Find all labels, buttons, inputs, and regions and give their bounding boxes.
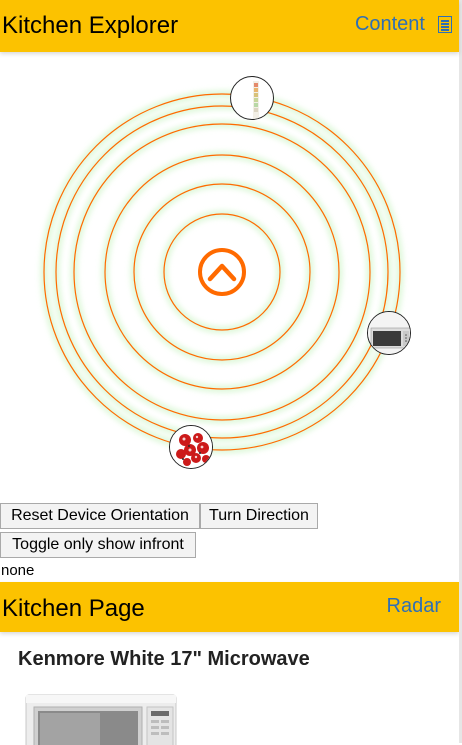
turn-direction-button[interactable]: Turn Direction [200,503,318,529]
radar-ring [163,213,281,331]
reset-orientation-button[interactable]: Reset Device Orientation [0,503,200,529]
app-title: Kitchen Explorer [2,12,179,39]
content-link[interactable]: Content [355,13,425,36]
poi-microwave[interactable] [367,311,411,355]
list-icon[interactable] [438,16,452,33]
spice-rack-icon [253,81,259,119]
page-title: Kitchen Page [2,595,145,622]
app-header: Kitchen Explorer Content [0,0,459,52]
poi-spice-rack[interactable] [230,76,274,120]
microwave-icon [368,312,410,354]
radar-view[interactable] [0,52,459,502]
product-image [24,693,180,745]
radar-link[interactable]: Radar [387,595,441,618]
poi-flowers[interactable] [169,425,213,469]
toggle-infront-button[interactable]: Toggle only show infront [0,532,196,558]
radar-ring-glow [40,90,404,454]
chevron-up-circle-icon [198,248,246,296]
status-text: none [1,562,35,579]
product-title: Kenmore White 17" Microwave [18,648,310,670]
flowers-icon [170,426,212,468]
radar-rings [40,90,404,454]
microwave-image [25,694,177,745]
page-header: Kitchen Page Radar [0,582,459,632]
